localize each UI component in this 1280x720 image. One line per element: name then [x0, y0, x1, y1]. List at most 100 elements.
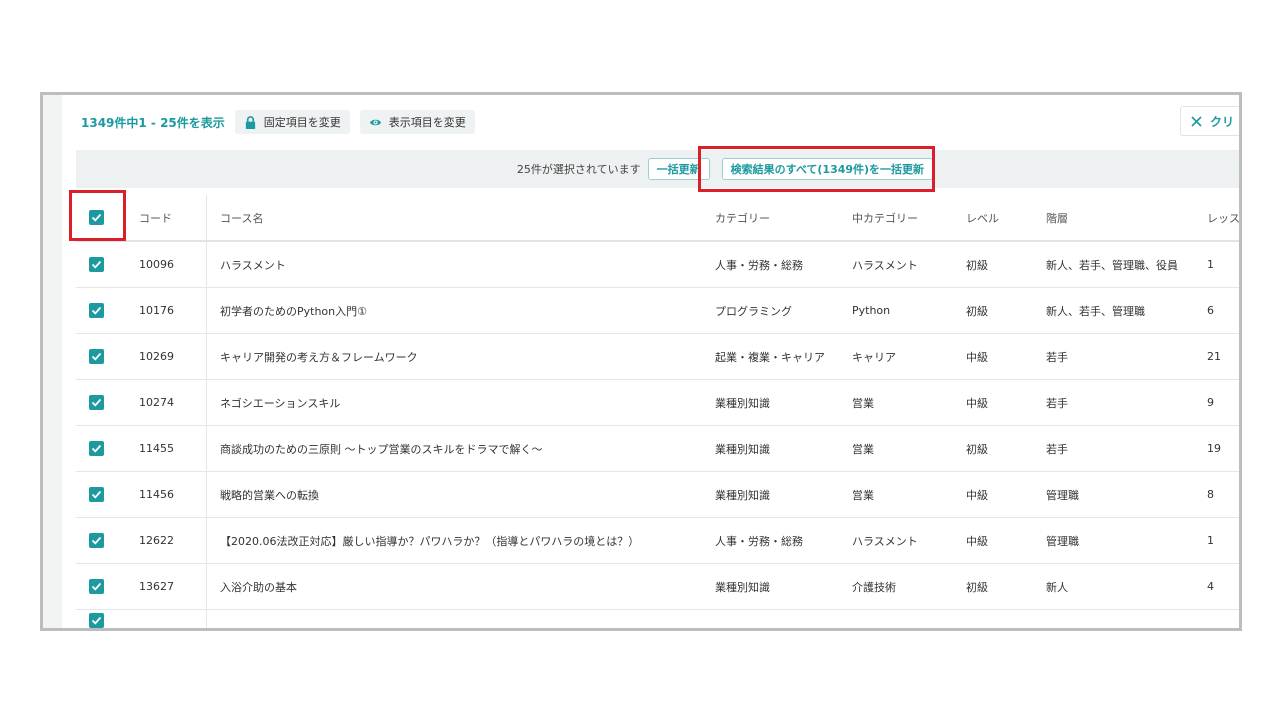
- cell-code: 10269: [132, 333, 207, 380]
- cell-code: 11455: [132, 425, 207, 472]
- cell-name: 入浴介助の基本: [206, 563, 715, 610]
- row-select-cell: [76, 471, 132, 518]
- table-header-row: コード コース名 カテゴリー 中カテゴリー レベル 階層 レッスン: [76, 195, 1239, 242]
- change-fixed-items-label: 固定項目を変更: [263, 116, 341, 129]
- cell-lessons: 8: [1207, 471, 1239, 518]
- cell-tier: 若手: [1046, 333, 1207, 380]
- checkmark-icon: [91, 352, 102, 361]
- row-checkbox[interactable]: [89, 612, 104, 628]
- cell-mid-category: 介護技術: [852, 563, 966, 610]
- table-row[interactable]: 12622 【2020.06法改正対応】厳しい指導か？パワハラか？（指導とパワハラ…: [76, 517, 1239, 564]
- header-mid-category[interactable]: 中カテゴリー: [852, 195, 966, 242]
- header-name[interactable]: コース名: [206, 195, 715, 242]
- selection-message: 25件が選択されています: [516, 163, 641, 176]
- cell-level: 初級: [966, 287, 1046, 334]
- header-lessons[interactable]: レッスン: [1207, 195, 1239, 242]
- close-icon: [1191, 115, 1202, 127]
- table-row[interactable]: 11456 戦略的営業への転換 業種別知識 営業 中級 管理職 8: [76, 471, 1239, 518]
- table-row[interactable]: 11455 商談成功のための三原則 〜トップ営業のスキルをドラマで解く〜 業種別知識…: [76, 425, 1239, 472]
- cell-code: [132, 609, 207, 628]
- eye-icon: [369, 119, 381, 125]
- cell-lessons: 21: [1207, 333, 1239, 380]
- row-select-cell: [76, 425, 132, 472]
- clear-label: クリ: [1210, 114, 1235, 129]
- clear-button[interactable]: クリ: [1180, 106, 1239, 136]
- bulk-update-button[interactable]: 一括更新: [647, 158, 710, 180]
- cell-name: 初学者のためのPython入門①: [206, 287, 715, 334]
- checkmark-icon: [91, 444, 102, 453]
- cell-level: 中級: [966, 333, 1046, 380]
- cell-code: 11456: [132, 471, 207, 518]
- cell-lessons: 6: [1207, 287, 1239, 334]
- cell-category: プログラミング: [715, 287, 852, 334]
- cell-category: 人事・労務・総務: [715, 241, 852, 288]
- row-checkbox[interactable]: [89, 487, 104, 502]
- cell-mid-category: ハラスメント: [852, 517, 966, 564]
- cell-name: ハラスメント: [206, 241, 715, 288]
- row-checkbox[interactable]: [89, 441, 104, 456]
- cell-mid-category: ハラスメント: [852, 241, 966, 288]
- cell-level: 初級: [966, 563, 1046, 610]
- cell-name: キャリア開発の考え方＆フレームワーク: [206, 333, 715, 380]
- cell-tier: 新人、若手、管理職、役員: [1046, 241, 1207, 288]
- header-category[interactable]: カテゴリー: [715, 195, 852, 242]
- checkmark-icon: [91, 260, 102, 269]
- cell-tier: 管理職: [1046, 471, 1207, 518]
- row-checkbox[interactable]: [89, 349, 104, 364]
- table-row[interactable]: 10274 ネゴシエーションスキル 業種別知識 営業 中級 若手 9: [76, 379, 1239, 426]
- cell-level: 初級: [966, 241, 1046, 288]
- row-checkbox[interactable]: [89, 257, 104, 272]
- checkmark-icon: [91, 616, 102, 625]
- change-display-items-button[interactable]: 表示項目を変更: [359, 110, 475, 134]
- cell-category: 業種別知識: [715, 471, 852, 518]
- header-level[interactable]: レベル: [966, 195, 1046, 242]
- result-count: 1349件中1 - 25件を表示: [81, 115, 225, 130]
- table-row[interactable]: 13627 入浴介助の基本 業種別知識 介護技術 初級 新人 4: [76, 563, 1239, 610]
- table-row-partial: [76, 609, 1240, 629]
- row-checkbox[interactable]: [89, 395, 104, 410]
- row-select-cell: [76, 610, 132, 629]
- cell-category: 業種別知識: [715, 379, 852, 426]
- cell-level: 中級: [966, 517, 1046, 564]
- header-code[interactable]: コード: [132, 195, 207, 242]
- cell-category: 起業・複業・キャリア: [715, 333, 852, 380]
- cell-lessons: 4: [1207, 563, 1239, 610]
- cell-category: 業種別知識: [715, 563, 852, 610]
- cell-tier: 新人: [1046, 563, 1207, 610]
- cell-tier: 若手: [1046, 425, 1207, 472]
- cell-code: 10096: [132, 241, 207, 288]
- cell-code: 12622: [132, 517, 207, 564]
- list-toolbar: 1349件中1 - 25件を表示 固定項目を変更 表示項目を変更: [81, 109, 485, 135]
- cell-tier: 若手: [1046, 379, 1207, 426]
- checkmark-icon: [91, 582, 102, 591]
- row-checkbox[interactable]: [89, 303, 104, 318]
- cell-level: 中級: [966, 379, 1046, 426]
- change-fixed-items-button[interactable]: 固定項目を変更: [234, 110, 350, 134]
- checkmark-icon: [91, 306, 102, 315]
- table-row[interactable]: 10269 キャリア開発の考え方＆フレームワーク 起業・複業・キャリア キャリア 中級若…: [76, 333, 1239, 380]
- cell-category: 人事・労務・総務: [715, 517, 852, 564]
- row-checkbox[interactable]: [89, 533, 104, 548]
- row-select-cell: [76, 517, 132, 564]
- table-row[interactable]: 10096 ハラスメント 人事・労務・総務 ハラスメント 初級 新人、若手、管理職、役員 1: [76, 241, 1239, 288]
- checkmark-icon: [91, 536, 102, 545]
- row-checkbox[interactable]: [89, 579, 104, 594]
- cell-lessons: 1: [1207, 517, 1239, 564]
- cell-mid-category: Python: [852, 287, 966, 334]
- cell-empty: [207, 610, 1240, 629]
- cell-lessons: 9: [1207, 379, 1239, 426]
- select-all-checkbox[interactable]: [89, 210, 104, 225]
- cell-tier: 新人、若手、管理職: [1046, 287, 1207, 334]
- bulk-update-all-button[interactable]: 検索結果のすべて(1349件)を一括更新: [721, 158, 934, 180]
- row-select-cell: [76, 379, 132, 426]
- cell-name: 商談成功のための三原則 〜トップ営業のスキルをドラマで解く〜: [206, 425, 715, 472]
- table-row[interactable]: 10176 初学者のためのPython入門① プログラミング Python 初級 新人、若…: [76, 287, 1239, 334]
- left-sidebar-strip: [43, 95, 62, 628]
- header-tier[interactable]: 階層: [1046, 195, 1207, 242]
- cell-category: 業種別知識: [715, 425, 852, 472]
- cell-name: 戦略的営業への転換: [206, 471, 715, 518]
- selection-bar: 25件が選択されています 一括更新 検索結果のすべて(1349件)を一括更新: [76, 150, 1239, 188]
- course-list-panel: 1349件中1 - 25件を表示 固定項目を変更 表示項目を変更 クリ 25件が…: [40, 92, 1242, 631]
- cell-mid-category: 営業: [852, 425, 966, 472]
- row-select-cell: [76, 287, 132, 334]
